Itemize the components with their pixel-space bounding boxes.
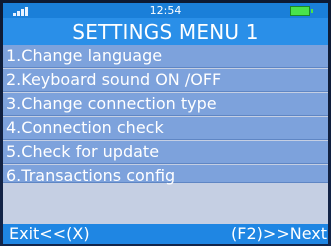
menu-item-label: 5.Check for update (6, 142, 160, 161)
pos-terminal: 12:54 SETTINGS MENU 1 1.Change language … (0, 0, 331, 246)
menu-item-label: 2.Keyboard sound ON /OFF (6, 70, 222, 89)
menu-item-label: 1.Change language (6, 46, 163, 65)
exit-softkey[interactable]: Exit<<(X) (9, 224, 90, 244)
menu-item-label: 6.Transactions config (6, 166, 176, 185)
status-bar: 12:54 (3, 3, 328, 18)
menu-item-transactions-config[interactable]: 6.Transactions config (3, 165, 328, 185)
next-softkey[interactable]: (F2)>>Next (231, 224, 327, 244)
menu-item-label: 3.Change connection type (6, 94, 217, 113)
clock: 12:54 (149, 4, 182, 17)
menu-item-keyboard-sound[interactable]: 2.Keyboard sound ON /OFF (3, 69, 328, 92)
menu-item-change-connection-type[interactable]: 3.Change connection type (3, 93, 328, 116)
menu-item-connection-check[interactable]: 4.Connection check (3, 117, 328, 140)
menu-item-change-language[interactable]: 1.Change language (3, 45, 328, 68)
battery-icon (290, 6, 313, 16)
menu-item-check-for-update[interactable]: 5.Check for update (3, 141, 328, 164)
menu-title: SETTINGS MENU 1 (72, 20, 259, 44)
lcd-screen: 12:54 SETTINGS MENU 1 1.Change language … (3, 3, 328, 244)
menu-item-label: 4.Connection check (6, 118, 164, 137)
